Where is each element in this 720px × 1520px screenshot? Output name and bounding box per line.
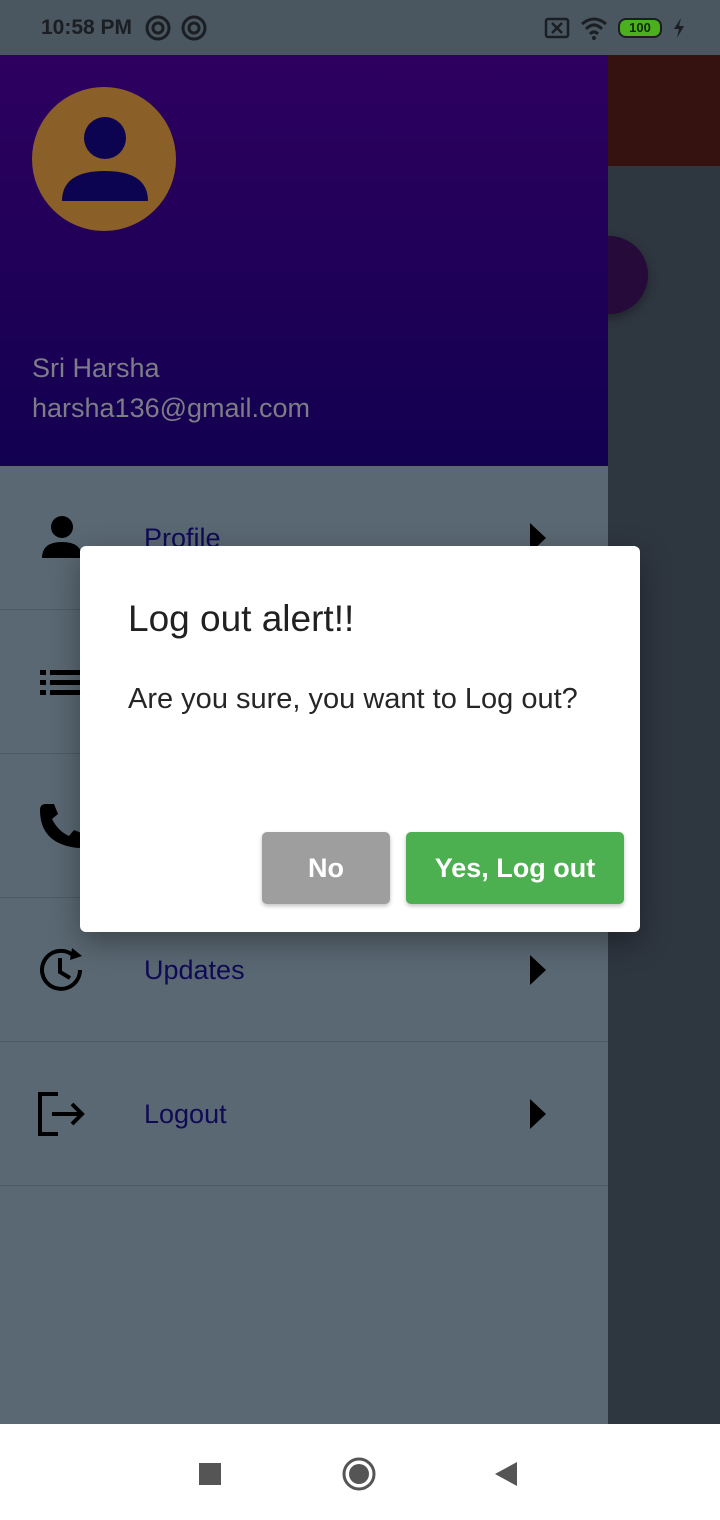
recents-icon[interactable] xyxy=(190,1454,230,1494)
battery-icon: 100 xyxy=(618,17,662,38)
no-button[interactable]: No xyxy=(262,832,390,904)
back-icon[interactable] xyxy=(487,1454,527,1494)
no-sim-icon xyxy=(544,17,570,38)
status-bar: 10:58 PM 100 xyxy=(0,0,720,55)
status-right-group: 100 xyxy=(544,16,686,40)
wifi-icon xyxy=(581,17,607,40)
dialog-message: Are you sure, you want to Log out? xyxy=(128,683,578,715)
home-icon[interactable] xyxy=(339,1454,379,1494)
yes-logout-button[interactable]: Yes, Log out xyxy=(406,832,624,904)
sync-circle-icon xyxy=(181,15,207,40)
status-time: 10:58 PM xyxy=(41,15,133,39)
dialog-title: Log out alert!! xyxy=(128,598,355,639)
sync-circle-icon xyxy=(145,15,171,40)
logout-dialog: Log out alert!! Are you sure, you want t… xyxy=(80,546,640,932)
charging-icon xyxy=(674,17,684,38)
system-nav-bar xyxy=(0,1424,720,1520)
